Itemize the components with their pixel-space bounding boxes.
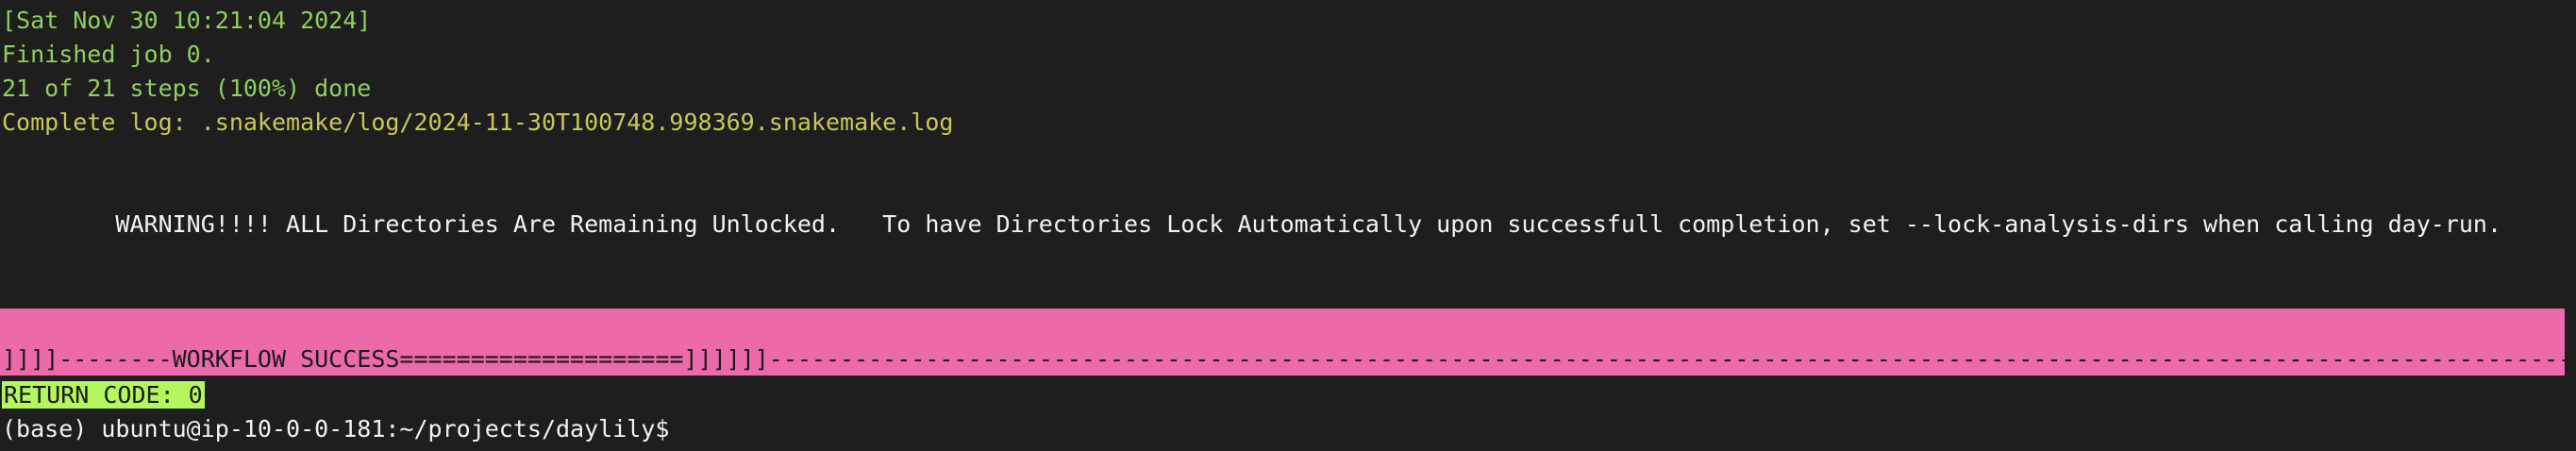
steps-done-line: 21 of 21 steps (100%) done [2, 75, 372, 102]
complete-log-line: Complete log: .snakemake/log/2024-11-30T… [2, 109, 954, 136]
shell-prompt[interactable]: (base) ubuntu@ip-10-0-0-181:~/projects/d… [2, 412, 669, 446]
finished-job-line: Finished job 0. [2, 41, 215, 68]
warning-line: WARNING!!!! ALL Directories Are Remainin… [2, 210, 2502, 238]
return-code-line: RETURN CODE: 0 [2, 378, 205, 412]
workflow-success-text: ]]]]--------WORKFLOW SUCCESS============… [2, 345, 2565, 373]
return-code-badge: RETURN CODE: 0 [2, 381, 205, 409]
terminal-window[interactable]: [Sat Nov 30 10:21:04 2024] Finished job … [0, 0, 2576, 451]
timestamp-line: [Sat Nov 30 10:21:04 2024] [2, 7, 372, 34]
